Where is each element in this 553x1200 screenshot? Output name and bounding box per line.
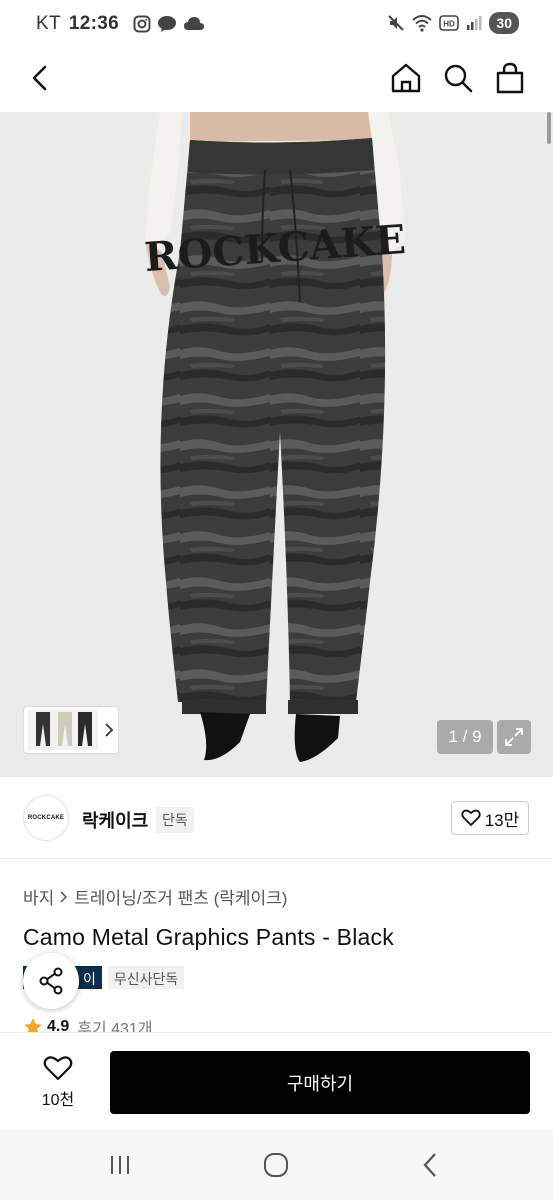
clock: 12:36 [68,13,119,34]
brand-like-count: 13만 [484,810,520,830]
cart-icon [496,62,524,94]
hd-icon: HD [439,15,460,31]
mute-icon [388,15,405,31]
expand-icon [505,728,523,746]
instagram-icon [133,15,151,33]
model-photo: ROCKCAKE [0,112,553,777]
exclusive-badge: 단독 [156,807,194,833]
status-bar: KT 12:36 HD 30 [0,0,553,50]
back-button[interactable] [22,60,58,96]
app-header [0,50,553,112]
back-icon [32,65,47,91]
brand-logo[interactable]: ROCKCAKE [23,795,69,841]
talk-icon [158,16,176,32]
back-nav-icon [423,1153,436,1177]
back-nav-button[interactable] [410,1150,450,1180]
recent-apps-icon [111,1156,129,1174]
wishlist-count: 10천 [41,1092,75,1109]
image-counter: 1 / 9 [437,720,493,754]
page-scrollbar[interactable] [547,112,551,144]
cloud-icon [184,17,204,30]
buy-button[interactable]: 구매하기 [110,1051,530,1114]
brand-row: ROCKCAKE 락케이크 단독 13만 [0,777,553,859]
breadcrumb-category[interactable]: 바지 [23,884,54,909]
cart-button[interactable] [492,60,528,96]
wifi-icon [412,15,433,32]
home-icon [391,63,421,93]
chevron-right-icon [105,723,114,737]
signal-icon [467,16,482,30]
battery-indicator: 30 [489,12,519,34]
carrier: KT [36,13,61,34]
breadcrumb-subcategory[interactable]: 트레이닝/조거 팬츠 (락케이크) [74,884,287,909]
recent-apps-button[interactable] [100,1150,140,1180]
breadcrumb: 바지 트레이닝/조거 팬츠 (락케이크) [23,884,287,909]
product-image[interactable]: ROCKCAKE [0,112,553,777]
chevron-right-icon [60,890,68,903]
home-button[interactable] [388,60,424,96]
system-navigation-bar [0,1130,553,1200]
search-icon [444,64,473,93]
purchase-bar: 10천 구매하기 [0,1032,553,1130]
share-button[interactable] [23,953,79,1009]
heart-icon [461,809,481,826]
home-circle-icon [264,1153,288,1177]
heart-icon [43,1056,73,1081]
svg-text:HD: HD [444,20,456,29]
wishlist-button[interactable]: 10천 [30,1055,86,1115]
search-button[interactable] [440,60,476,96]
tag-musinsa-exclusive: 무신사단독 [107,966,185,989]
thumbnail-strip[interactable] [23,706,119,754]
brand-like-button[interactable]: 13만 [451,801,529,835]
home-nav-button[interactable] [256,1150,296,1180]
share-icon [39,967,63,995]
product-title: Camo Metal Graphics Pants - Black [23,924,394,950]
thumbnail-images [28,710,98,750]
expand-button[interactable] [497,720,531,754]
brand-name[interactable]: 락케이크 [82,807,148,833]
